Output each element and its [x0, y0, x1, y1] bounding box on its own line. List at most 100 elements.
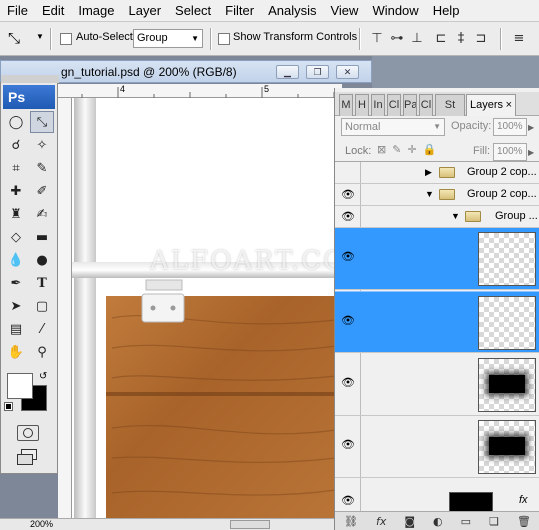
tool-preset-dropdown-icon[interactable]: ▼	[36, 32, 44, 41]
eye-icon[interactable]: 👁	[339, 250, 357, 264]
horizontal-scrollbar-thumb[interactable]	[230, 520, 270, 529]
menu-edit[interactable]: Edit	[35, 0, 71, 22]
blur-tool-icon[interactable]: 💧	[4, 249, 28, 271]
fill-arrow-icon[interactable]: ▶	[528, 148, 534, 157]
type-tool-icon[interactable]: T	[30, 272, 54, 294]
auto-select-dropdown[interactable]: Group ▼	[133, 29, 203, 48]
move-tool-icon[interactable]: ⤡	[30, 111, 54, 133]
healing-brush-icon[interactable]: ✚	[4, 180, 28, 202]
eye-icon[interactable]: 👁	[339, 494, 357, 508]
opacity-field[interactable]: 100%	[493, 118, 527, 136]
eye-icon[interactable]: 👁	[339, 376, 357, 390]
quick-mask-icon[interactable]	[17, 425, 39, 441]
restore-button[interactable]: ❐	[306, 65, 329, 79]
fx-icon[interactable]: fx	[376, 515, 386, 528]
eye-icon[interactable]: 👁	[339, 188, 357, 202]
adjustment-icon[interactable]: ◐	[433, 515, 443, 528]
crop-tool-icon[interactable]: ⌗	[4, 157, 28, 179]
auto-select-checkbox[interactable]	[60, 33, 72, 45]
lock-position-icon[interactable]: ✛	[407, 143, 416, 156]
expand-arrow-icon[interactable]: ▶	[425, 167, 432, 178]
tab-6[interactable]: Cl	[419, 94, 433, 116]
lasso-tool-icon[interactable]: ◯	[4, 111, 28, 133]
blend-mode-dropdown[interactable]: Normal ▼	[341, 118, 445, 136]
eye-icon[interactable]: 👁	[339, 438, 357, 452]
menu-view[interactable]: View	[323, 0, 365, 22]
lock-all-icon[interactable]: 🔒	[423, 143, 437, 156]
menu-window[interactable]: Window	[365, 0, 425, 22]
distribute-top-icon[interactable]: ≡	[510, 30, 528, 46]
menu-file[interactable]: File	[0, 0, 35, 22]
move-tool-icon[interactable]: ⤡	[8, 29, 20, 47]
expand-arrow-icon[interactable]: ▼	[425, 189, 434, 199]
tab-5[interactable]: Pa	[403, 94, 417, 116]
menu-layer[interactable]: Layer	[122, 0, 169, 22]
layer-group-row[interactable]: 👁 ▼ Group ...	[335, 206, 539, 228]
mask-icon[interactable]: ◙	[404, 515, 415, 528]
layer-row[interactable]: 👁 fx	[335, 478, 539, 514]
tab-7[interactable]: St	[435, 94, 465, 116]
align-vcenter-icon[interactable]: ⊶	[388, 30, 406, 46]
layer-row-selected[interactable]: 👁	[335, 228, 539, 290]
menu-analysis[interactable]: Analysis	[261, 0, 323, 22]
dodge-tool-icon[interactable]: ●	[30, 249, 54, 271]
tab-3[interactable]: In	[371, 94, 385, 116]
lock-transparent-icon[interactable]: ⊠	[377, 143, 386, 156]
trash-icon[interactable]: 🗑	[517, 515, 531, 528]
menu-image[interactable]: Image	[71, 0, 121, 22]
polygon-lasso-icon[interactable]: ☌	[4, 134, 28, 156]
tab-1[interactable]: M	[339, 94, 353, 116]
canvas[interactable]: ALFOART.COM	[72, 98, 336, 520]
opacity-arrow-icon[interactable]: ▶	[528, 123, 534, 132]
folder-icon[interactable]: ▭	[461, 515, 471, 528]
tab-layers[interactable]: Layers ×	[466, 94, 516, 116]
zoom-tool-icon[interactable]: ⚲	[30, 341, 54, 363]
align-bottom-icon[interactable]: ⊥	[408, 30, 426, 46]
foreground-color-swatch-top[interactable]	[7, 373, 33, 399]
default-colors-icon[interactable]	[4, 402, 13, 411]
eye-icon[interactable]: 👁	[339, 314, 357, 328]
tab-2[interactable]: H	[355, 94, 369, 116]
zoom-level[interactable]: 200%	[30, 519, 53, 530]
swap-colors-icon[interactable]: ↺	[39, 371, 47, 382]
layer-group-row[interactable]: 👁 ▼ Group 2 cop...	[335, 184, 539, 206]
pen-tool-icon[interactable]: ✒	[4, 272, 28, 294]
gradient-tool-icon[interactable]: ▬	[30, 226, 54, 248]
path-selection-icon[interactable]: ➤	[4, 295, 28, 317]
fx-badge[interactable]: fx	[519, 494, 528, 506]
clone-stamp-icon[interactable]: ♜	[4, 203, 28, 225]
link-icon[interactable]: ⛓	[344, 515, 358, 528]
fill-field[interactable]: 100%	[493, 143, 527, 161]
history-brush-icon[interactable]: ✍	[30, 203, 54, 225]
layer-group-row[interactable]: ▶ Group 2 cop...	[335, 162, 539, 184]
lock-image-icon[interactable]: ✎	[392, 143, 401, 156]
shape-tool-icon[interactable]: ▢	[30, 295, 54, 317]
notes-tool-icon[interactable]: ▤	[4, 318, 28, 340]
tab-4[interactable]: Cl	[387, 94, 401, 116]
eyedropper-sample-icon[interactable]: ⁄	[30, 318, 54, 340]
align-hcenter-icon[interactable]: ‡	[452, 30, 470, 46]
layer-row[interactable]: 👁	[335, 416, 539, 478]
menu-help[interactable]: Help	[426, 0, 467, 22]
expand-arrow-icon[interactable]: ▼	[451, 211, 460, 221]
screen-mode-icon[interactable]	[17, 449, 43, 467]
new-layer-icon[interactable]: ❏	[489, 515, 499, 528]
menu-select[interactable]: Select	[168, 0, 218, 22]
show-transform-checkbox[interactable]	[218, 33, 230, 45]
menu-filter[interactable]: Filter	[218, 0, 261, 22]
eye-icon[interactable]: 👁	[339, 210, 357, 224]
close-button[interactable]: ✕	[336, 65, 359, 79]
eyedropper-tool-icon[interactable]: ✎	[30, 157, 54, 179]
align-right-icon[interactable]: ⊐	[472, 30, 490, 46]
layer-row[interactable]: 👁	[335, 354, 539, 416]
eraser-tool-icon[interactable]: ◇	[4, 226, 28, 248]
close-icon[interactable]: ×	[506, 95, 512, 116]
align-left-icon[interactable]: ⊏	[432, 30, 450, 46]
align-top-icon[interactable]: ⊤	[368, 30, 386, 46]
hand-tool-icon[interactable]: ✋	[4, 341, 28, 363]
magic-wand-icon[interactable]: ✧	[30, 134, 54, 156]
layer-row-selected[interactable]: 👁	[335, 291, 539, 353]
toolbox-grip[interactable]	[1, 75, 59, 83]
minimize-button[interactable]: ▁	[276, 65, 299, 79]
brush-tool-icon[interactable]: ✐	[30, 180, 54, 202]
